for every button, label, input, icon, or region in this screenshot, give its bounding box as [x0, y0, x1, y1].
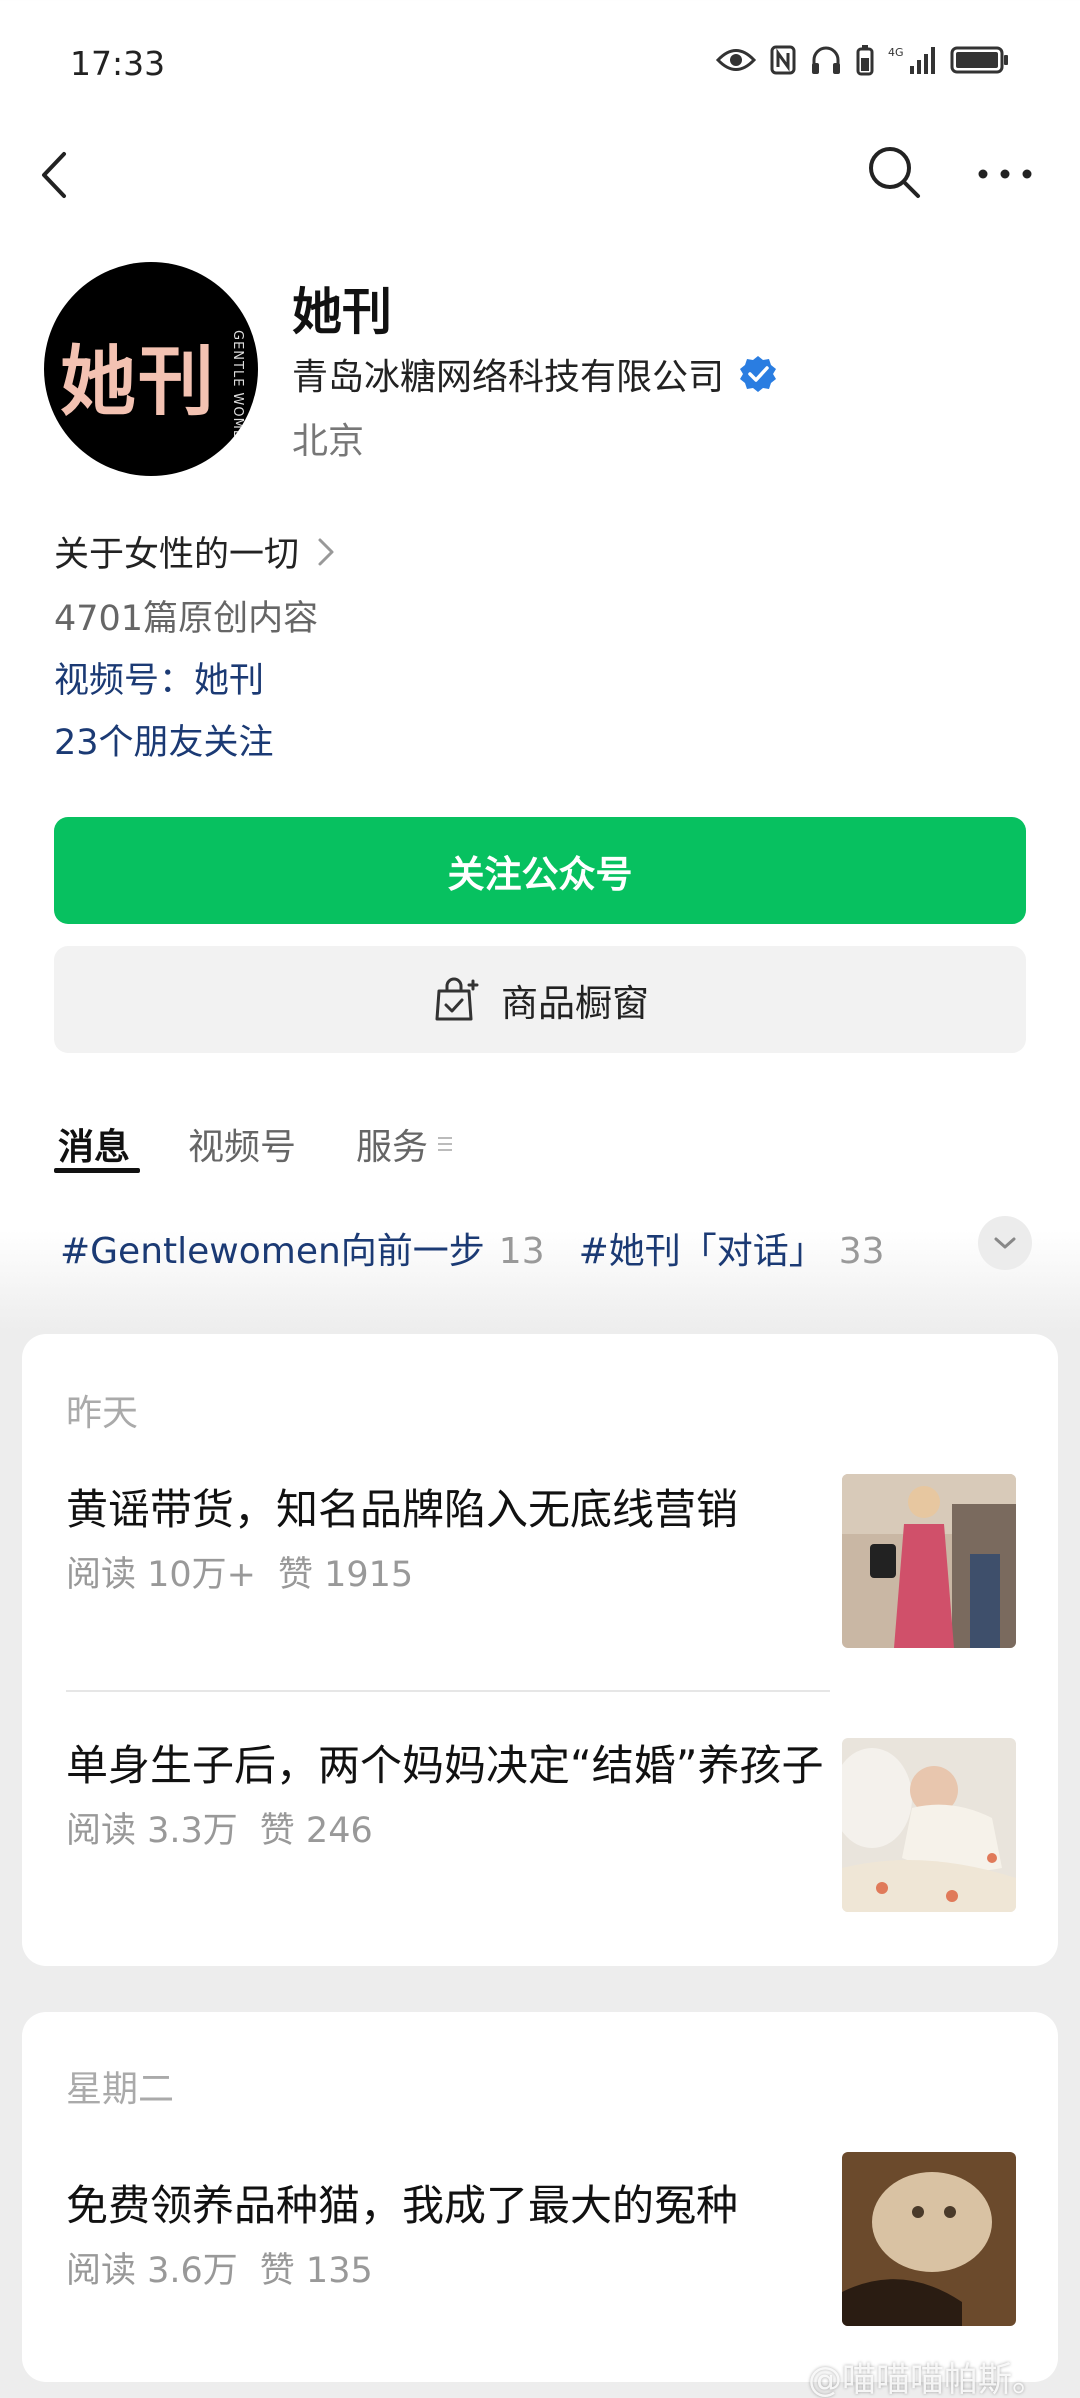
- feed-day-label: 昨天: [66, 1393, 139, 1434]
- channels-link[interactable]: 视频号：她刊: [54, 652, 264, 703]
- hashtag-item[interactable]: #她刊「对话」 33: [579, 1222, 885, 1274]
- status-icons: 4G: [716, 44, 1010, 76]
- account-name: 她刊: [292, 283, 392, 341]
- hashtag-name: #她刊「对话」: [578, 1231, 825, 1272]
- chevron-right-icon: [318, 538, 334, 565]
- article-meta: 阅读 10万+ 赞 1915: [66, 1546, 826, 1597]
- search-icon: [869, 147, 920, 198]
- hashtag-item[interactable]: #Gentlewomen向前一步 13: [60, 1222, 545, 1274]
- article-thumbnail[interactable]: [842, 1738, 1016, 1912]
- battery-icon: [950, 46, 1008, 74]
- original-articles-count: 4701篇原创内容: [54, 599, 319, 639]
- account-company[interactable]: 青岛冰糖网络科技有限公司: [292, 348, 778, 400]
- article-title: 单身生子后，两个妈妈决定“结婚”养孩子: [66, 1741, 824, 1790]
- avatar-logo-text: 她刊: [60, 337, 216, 426]
- active-tab-underline: [54, 1168, 140, 1173]
- article-thumbnail-image: [842, 1738, 1016, 1912]
- svg-text:4G: 4G: [888, 46, 904, 59]
- verified-badge-icon: [740, 356, 777, 392]
- follow-button[interactable]: 关注公众号: [54, 817, 1026, 924]
- article-reads: 阅读 10万+: [66, 1555, 256, 1595]
- account-intro[interactable]: 关于女性的一切: [54, 526, 335, 577]
- article-thumbnail[interactable]: [842, 1474, 1016, 1648]
- hashtag-count: 33: [838, 1231, 885, 1272]
- article-thumbnail-image: [842, 2152, 1016, 2326]
- feed-day-label: 星期二: [66, 2069, 175, 2110]
- tab-services[interactable]: 服务: [356, 1118, 454, 1170]
- article-item[interactable]: 黄谣带货，知名品牌陷入无底线营销 阅读 10万+ 赞 1915: [66, 1482, 826, 1597]
- article-title: 免费领养品种猫，我成了最大的冤种: [66, 2181, 739, 2230]
- hashtag-count: 13: [498, 1231, 545, 1272]
- article-meta: 阅读 3.3万赞 246: [66, 1802, 826, 1853]
- friends-following-link[interactable]: 23个朋友关注: [54, 714, 274, 765]
- article-title: 黄谣带货，知名品牌陷入无底线营销: [66, 1485, 739, 1534]
- search-button[interactable]: [866, 144, 922, 200]
- article-likes: 赞 246: [259, 1811, 373, 1851]
- headphones-icon: [812, 46, 840, 74]
- shop-label: 商品橱窗: [501, 981, 649, 1025]
- back-chevron-icon: [42, 152, 66, 198]
- eye-icon: [716, 49, 756, 71]
- article-reads: 阅读 3.3万: [66, 1811, 238, 1851]
- more-icon: [978, 169, 1032, 179]
- intro-text: 关于女性的一切: [54, 535, 300, 575]
- article-likes: 赞 1915: [278, 1555, 414, 1595]
- shopping-bag-icon: [435, 977, 479, 1020]
- tab-services-label: 服务: [356, 1127, 429, 1168]
- avatar[interactable]: 她刊 GENTLE WOMEN: [44, 262, 258, 476]
- tab-messages[interactable]: 消息: [58, 1118, 130, 1170]
- watermark: @喵喵喵帕斯。: [808, 2360, 1046, 2398]
- feed-group-card: 昨天 黄谣带货，知名品牌陷入无底线营销 阅读 10万+ 赞 1915 单身生子后，…: [22, 1334, 1058, 1966]
- article-reads: 阅读 3.6万: [66, 2251, 238, 2291]
- 4g-signal-icon: 4G: [888, 46, 935, 74]
- article-likes: 赞 135: [259, 2251, 373, 2291]
- feed-group-card: 星期二 免费领养品种猫，我成了最大的冤种 阅读 3.6万赞 135: [22, 2012, 1058, 2382]
- nfc-icon: [770, 45, 796, 75]
- company-name: 青岛冰糖网络科技有限公司: [292, 357, 725, 398]
- back-button[interactable]: [30, 140, 80, 210]
- avatar-logo-subtext: GENTLE WOMEN: [230, 330, 245, 450]
- expand-hashtags-button[interactable]: [978, 1216, 1032, 1270]
- chevron-down-icon: [994, 1237, 1016, 1249]
- article-thumbnail[interactable]: [842, 2152, 1016, 2326]
- hashtag-row: #Gentlewomen向前一步 13 #她刊「对话」 33: [60, 1222, 885, 1274]
- status-time: 17:33: [70, 44, 166, 83]
- menu-lines-icon: [438, 1137, 453, 1151]
- article-item[interactable]: 单身生子后，两个妈妈决定“结婚”养孩子 阅读 3.3万赞 246: [66, 1738, 826, 1853]
- tab-channels[interactable]: 视频号: [188, 1118, 296, 1170]
- hashtag-name: #Gentlewomen向前一步: [60, 1231, 485, 1272]
- account-location: 北京: [292, 421, 365, 462]
- more-button[interactable]: [975, 156, 1035, 192]
- shop-window-button[interactable]: 商品橱窗: [54, 946, 1026, 1053]
- article-thumbnail-image: [842, 1474, 1016, 1648]
- article-item[interactable]: 免费领养品种猫，我成了最大的冤种 阅读 3.6万赞 135: [66, 2178, 826, 2293]
- battery-saver-icon: [856, 45, 874, 76]
- article-divider: [66, 1690, 830, 1692]
- article-meta: 阅读 3.6万赞 135: [66, 2242, 826, 2293]
